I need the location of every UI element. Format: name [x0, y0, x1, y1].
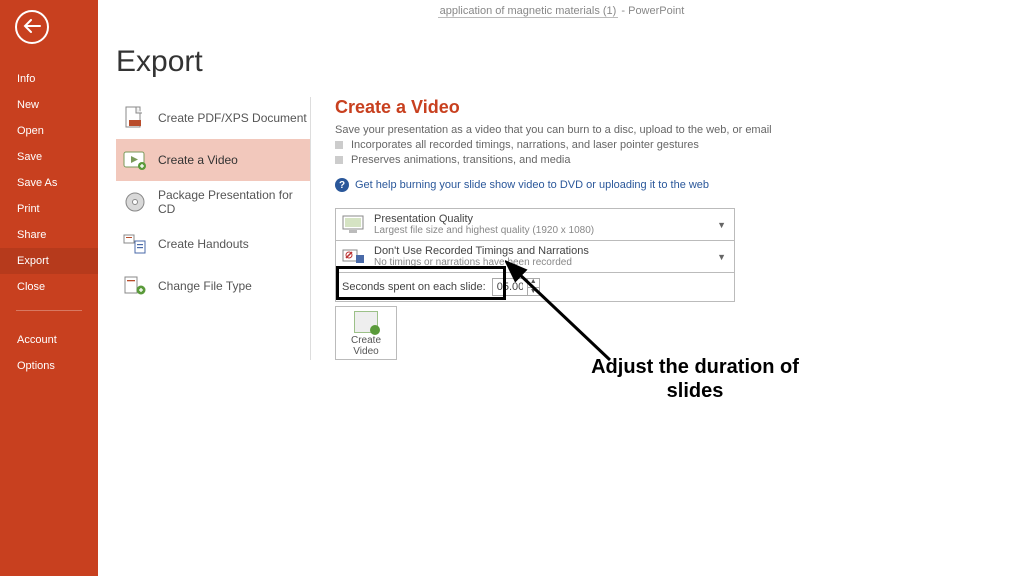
menu-info[interactable]: Info [0, 66, 98, 92]
quality-title: Presentation Quality [374, 213, 711, 225]
chevron-down-icon: ▼ [711, 220, 726, 230]
seconds-label: Seconds spent on each slide: [342, 281, 486, 293]
export-change-file-type[interactable]: Change File Type [116, 265, 310, 307]
recorded-timings-dropdown[interactable]: Don't Use Recorded Timings and Narration… [335, 241, 735, 273]
export-option-label: Create Handouts [158, 237, 249, 251]
spinner-up[interactable]: ▲ [527, 278, 539, 287]
export-options-list: Create PDF/XPS Document Create a Video P… [116, 97, 311, 360]
page-title: Export [116, 45, 1024, 79]
export-create-handouts[interactable]: Create Handouts [116, 223, 310, 265]
create-video-button-label: Create [336, 335, 396, 346]
timings-title: Don't Use Recorded Timings and Narration… [374, 245, 711, 257]
back-arrow-icon [23, 17, 41, 38]
seconds-per-slide-row: Seconds spent on each slide: ▲ ▼ [335, 273, 735, 302]
export-package-cd[interactable]: Package Presentation for CD [116, 181, 310, 223]
create-video-button-icon [354, 311, 378, 333]
menu-new[interactable]: New [0, 92, 98, 118]
cd-icon [122, 189, 148, 215]
app-name-suffix: - PowerPoint [618, 5, 684, 17]
menu-share[interactable]: Share [0, 222, 98, 248]
timings-sub: No timings or narrations have been recor… [374, 257, 711, 268]
help-info-icon: ? [335, 178, 349, 192]
backstage-sidebar: Info New Open Save Save As Print Share E… [0, 0, 98, 576]
spinner-down[interactable]: ▼ [527, 287, 539, 296]
export-page: Export Create PDF/XPS Document Create a … [98, 35, 1024, 576]
help-link[interactable]: Get help burning your slide show video t… [355, 179, 709, 191]
annotation-label: Adjust the duration of slides [575, 355, 815, 403]
create-video-subtitle: Save your presentation as a video that y… [335, 124, 911, 136]
create-video-heading: Create a Video [335, 97, 911, 118]
back-button[interactable] [15, 10, 49, 44]
menu-export[interactable]: Export [0, 248, 98, 274]
menu-close[interactable]: Close [0, 274, 98, 300]
change-file-type-icon [122, 273, 148, 299]
create-video-pane: Create a Video Save your presentation as… [311, 97, 911, 360]
seconds-input[interactable] [493, 281, 527, 293]
menu-options[interactable]: Options [0, 353, 98, 379]
export-option-label: Change File Type [158, 279, 252, 293]
pdf-document-icon [122, 105, 148, 131]
export-option-label: Create PDF/XPS Document [158, 111, 307, 125]
create-video-button-label: Video [336, 346, 396, 357]
window-title: application of magnetic materials (1) - … [98, 5, 1024, 18]
handouts-icon [122, 231, 148, 257]
export-pdf-xps[interactable]: Create PDF/XPS Document [116, 97, 310, 139]
monitor-icon [342, 214, 366, 236]
seconds-spinner[interactable]: ▲ ▼ [492, 278, 540, 296]
video-bullet-1: Incorporates all recorded timings, narra… [335, 139, 911, 151]
no-timings-icon [342, 246, 366, 268]
presentation-quality-dropdown[interactable]: Presentation Quality Largest file size a… [335, 208, 735, 241]
export-option-label: Create a Video [158, 153, 238, 167]
chevron-down-icon: ▼ [711, 252, 726, 262]
backstage-menu: Info New Open Save Save As Print Share E… [0, 66, 98, 379]
menu-print[interactable]: Print [0, 196, 98, 222]
video-icon [122, 147, 148, 173]
export-option-label: Package Presentation for CD [158, 188, 310, 216]
menu-separator [16, 310, 82, 311]
export-create-video[interactable]: Create a Video [116, 139, 310, 181]
menu-save-as[interactable]: Save As [0, 170, 98, 196]
menu-open[interactable]: Open [0, 118, 98, 144]
document-name: application of magnetic materials (1) [438, 5, 619, 18]
video-bullet-2: Preserves animations, transitions, and m… [335, 154, 911, 166]
quality-sub: Largest file size and highest quality (1… [374, 225, 711, 236]
menu-save[interactable]: Save [0, 144, 98, 170]
menu-account[interactable]: Account [0, 327, 98, 353]
create-video-button[interactable]: Create Video [335, 306, 397, 360]
